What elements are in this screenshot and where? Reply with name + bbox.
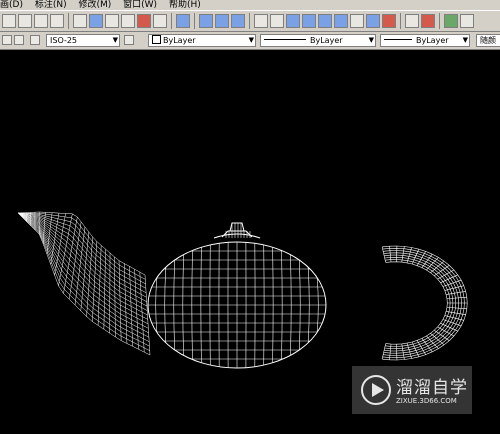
spout-wireframe: [18, 212, 150, 355]
view-iso-icon[interactable]: [334, 14, 348, 28]
watermark-url: ZIXUE.3D66.COM: [396, 397, 457, 405]
tool-palette-icon[interactable]: [105, 14, 119, 28]
help-icon[interactable]: [176, 14, 190, 28]
menu-window[interactable]: 窗口(W): [123, 0, 157, 10]
handle-wireframe: [382, 246, 467, 360]
chevron-down-icon: ▼: [249, 35, 254, 46]
table-style-icon[interactable]: [30, 35, 40, 45]
dimstyle-select[interactable]: ISO-25 ▼: [46, 34, 120, 47]
view-left-icon[interactable]: [318, 14, 332, 28]
menu-bar: 画(D) 标注(N) 修改(M) 窗口(W) 帮助(H): [0, 0, 500, 10]
orbit2-icon[interactable]: [215, 14, 229, 28]
toolbar-separator: [439, 13, 440, 29]
zoom-previous-icon[interactable]: [50, 14, 64, 28]
standard-toolbar: [0, 10, 500, 32]
box-icon[interactable]: [254, 14, 268, 28]
shade-icon[interactable]: [382, 14, 396, 28]
watermark-logo: 溜溜自学 ZIXUE.3D66.COM: [352, 366, 472, 414]
properties-icon[interactable]: [73, 14, 87, 28]
toolbar-separator: [194, 13, 195, 29]
render-icon[interactable]: [405, 14, 419, 28]
linetype-select[interactable]: ByLayer ▼: [260, 34, 376, 47]
ucs-icon[interactable]: [270, 14, 284, 28]
menu-modify[interactable]: 修改(M): [78, 0, 111, 10]
light-icon[interactable]: [444, 14, 458, 28]
plotstyle-select[interactable]: 随颜: [476, 34, 500, 47]
orbit-icon[interactable]: [199, 14, 213, 28]
color-value: ByLayer: [163, 36, 196, 45]
menu-help[interactable]: 帮助(H): [169, 0, 201, 10]
markup-icon[interactable]: [137, 14, 151, 28]
toolbar-separator: [171, 13, 172, 29]
view-top-icon[interactable]: [286, 14, 300, 28]
lineweight-preview: [384, 39, 412, 40]
menu-dimension[interactable]: 标注(N): [35, 0, 67, 10]
pan-icon[interactable]: [2, 14, 16, 28]
sheet-set-icon[interactable]: [121, 14, 135, 28]
linetype-value: ByLayer: [310, 36, 343, 45]
lineweight-value: ByLayer: [416, 36, 449, 45]
dimension-style-icon[interactable]: [14, 35, 24, 45]
layer-manager-icon[interactable]: [124, 35, 134, 45]
lineweight-select[interactable]: ByLayer ▼: [380, 34, 470, 47]
calculator-icon[interactable]: [153, 14, 167, 28]
view-front-icon[interactable]: [302, 14, 316, 28]
play-icon: [360, 374, 392, 406]
toolbar-separator: [68, 13, 69, 29]
hidden-icon[interactable]: [366, 14, 380, 28]
toolbar-separator: [249, 13, 250, 29]
dimstyle-value: ISO-25: [50, 36, 77, 45]
chevron-down-icon: ▼: [463, 35, 468, 46]
text-style-icon[interactable]: [2, 35, 12, 45]
color-select[interactable]: ByLayer ▼: [148, 34, 256, 47]
zoom-window-icon[interactable]: [34, 14, 48, 28]
material-icon[interactable]: [421, 14, 435, 28]
zoom-realtime-icon[interactable]: [18, 14, 32, 28]
menu-draw[interactable]: 画(D): [0, 0, 23, 10]
plotstyle-value: 随颜: [480, 36, 496, 45]
close-icon[interactable]: [460, 14, 474, 28]
toolbar-separator: [400, 13, 401, 29]
orbit3-icon[interactable]: [231, 14, 245, 28]
body-wireframe: [148, 223, 326, 368]
properties-toolbar: ISO-25 ▼ ByLayer ▼ ByLayer ▼ ByLayer ▼ 随…: [0, 32, 500, 50]
color-swatch: [152, 35, 161, 44]
design-center-icon[interactable]: [89, 14, 103, 28]
chevron-down-icon: ▼: [113, 35, 118, 46]
linetype-preview: [264, 39, 306, 40]
wireframe-icon[interactable]: [350, 14, 364, 28]
watermark-title: 溜溜自学: [396, 373, 468, 398]
chevron-down-icon: ▼: [369, 35, 374, 46]
